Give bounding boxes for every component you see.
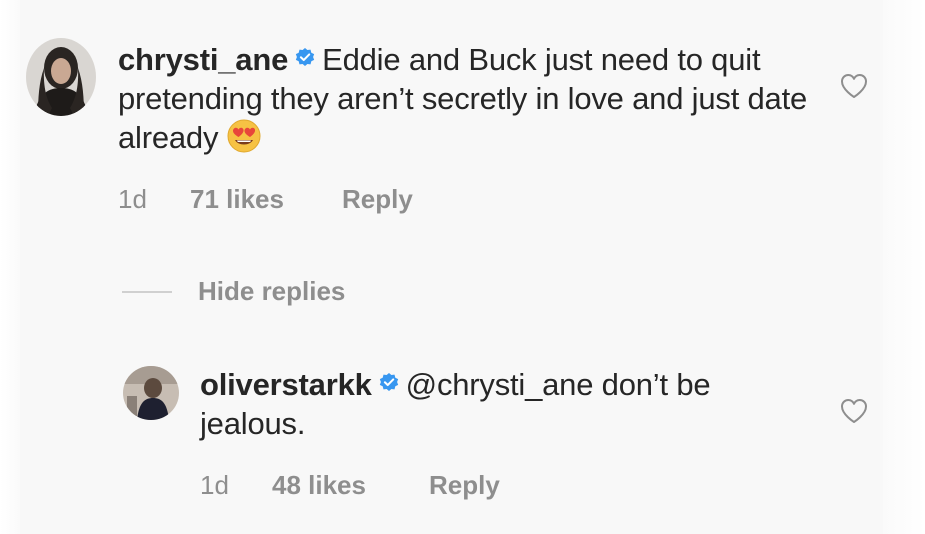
username[interactable]: oliverstarkk: [200, 367, 372, 402]
heart-eyes-emoji-icon: [226, 118, 262, 154]
avatar[interactable]: [26, 38, 96, 116]
reply-button[interactable]: Reply: [429, 470, 500, 501]
comment-meta: 1d 48 likes Reply: [200, 470, 540, 502]
likes-count[interactable]: 48 likes: [272, 470, 366, 501]
left-edge: [0, 0, 20, 534]
comment-meta: 1d 71 likes Reply: [118, 184, 458, 216]
avatar[interactable]: [123, 366, 179, 420]
comment-time: 1d: [200, 470, 229, 500]
reply-button[interactable]: Reply: [342, 184, 413, 215]
hide-replies-label: Hide replies: [198, 276, 346, 306]
divider-line: [122, 291, 172, 293]
verified-badge-icon: [294, 46, 316, 68]
username[interactable]: chrysti_ane: [118, 42, 288, 77]
likes-count[interactable]: 71 likes: [190, 184, 284, 215]
comment-body: chrysti_ane Eddie and Buck just need to …: [118, 40, 818, 157]
heart-outline-icon[interactable]: [839, 397, 869, 425]
comment-time: 1d: [118, 184, 147, 214]
verified-badge-icon: [378, 371, 400, 393]
right-edge: [883, 0, 925, 534]
comment-body: oliverstarkk @chrysti_ane don’t be jealo…: [200, 365, 770, 443]
comment-thread: chrysti_ane Eddie and Buck just need to …: [0, 0, 925, 534]
heart-outline-icon[interactable]: [839, 72, 869, 100]
